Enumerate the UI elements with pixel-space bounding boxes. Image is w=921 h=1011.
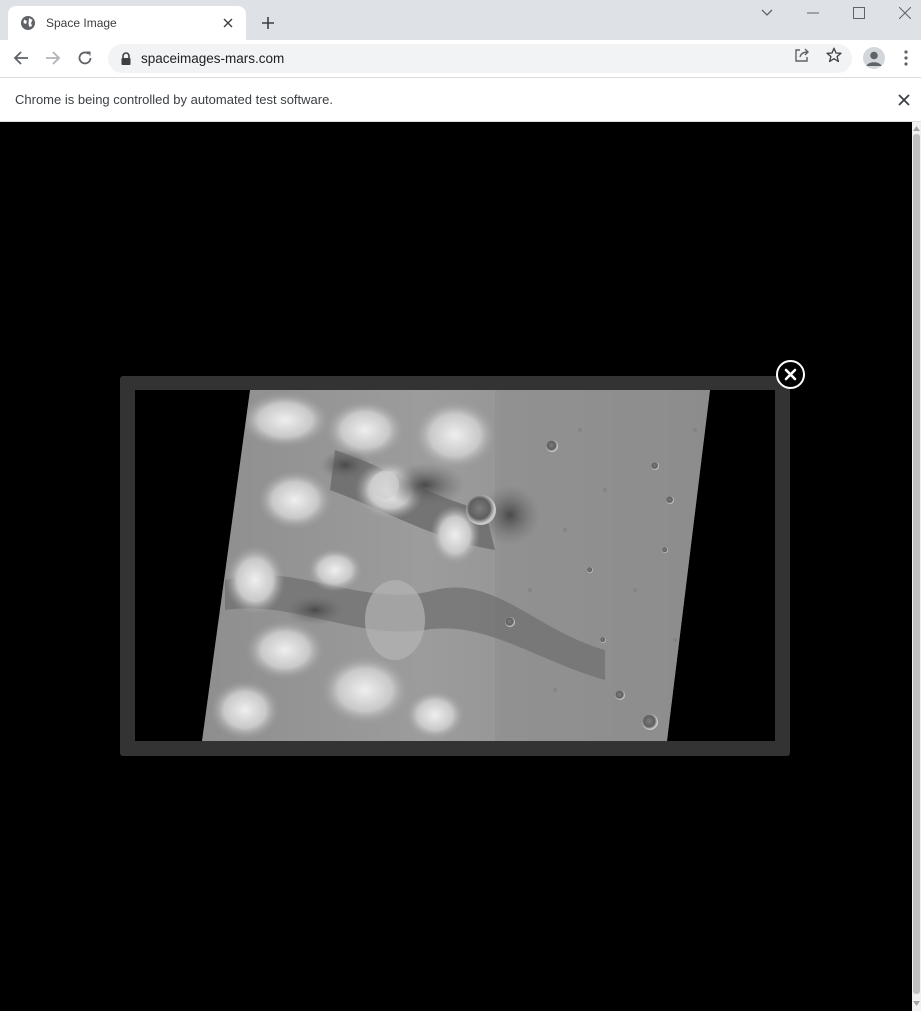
window-close-button[interactable]	[895, 4, 915, 22]
minimize-icon	[807, 12, 819, 14]
page-viewport	[0, 122, 912, 1011]
maximize-icon	[853, 7, 865, 19]
menu-button[interactable]	[898, 48, 914, 68]
scroll-up-arrow[interactable]	[912, 124, 921, 132]
reload-icon	[78, 51, 92, 65]
forward-icon	[46, 51, 61, 65]
browser-toolbar: spaceimages-mars.com	[0, 40, 921, 77]
image-lightbox	[120, 376, 790, 756]
tab-strip: Space Image	[0, 0, 921, 40]
tab-title: Space Image	[46, 16, 117, 30]
profile-icon	[866, 51, 882, 66]
mars-surface-image	[202, 390, 710, 741]
vertical-scrollbar[interactable]	[912, 122, 921, 1011]
lock-icon[interactable]	[120, 51, 132, 66]
new-tab-button[interactable]	[258, 13, 278, 33]
lightbox-image-frame	[135, 390, 775, 741]
scroll-down-arrow[interactable]	[912, 999, 921, 1007]
star-icon	[826, 47, 842, 63]
back-button[interactable]	[9, 46, 33, 70]
tab-close-icon[interactable]	[220, 15, 236, 31]
share-button[interactable]	[793, 46, 811, 64]
automation-infobar: Chrome is being controlled by automated …	[0, 77, 921, 122]
reload-button[interactable]	[73, 46, 97, 70]
profile-button[interactable]	[863, 47, 885, 69]
lightbox-close-button[interactable]	[776, 360, 805, 389]
close-icon	[898, 94, 910, 106]
infobar-message: Chrome is being controlled by automated …	[15, 92, 333, 107]
chevron-down-icon	[761, 9, 773, 16]
infobar-close-button[interactable]	[896, 92, 912, 108]
bookmark-button[interactable]	[825, 46, 843, 64]
scroll-thumb[interactable]	[913, 134, 920, 994]
tab-search-button[interactable]	[757, 4, 777, 22]
close-circle-icon	[784, 368, 797, 381]
share-icon	[795, 48, 809, 62]
minimize-button[interactable]	[803, 4, 823, 22]
address-bar[interactable]: spaceimages-mars.com	[108, 44, 852, 73]
back-icon	[13, 51, 28, 65]
globe-icon	[20, 15, 36, 31]
url-text[interactable]: spaceimages-mars.com	[141, 51, 284, 66]
browser-tab[interactable]: Space Image	[8, 6, 246, 40]
forward-button[interactable]	[41, 46, 65, 70]
maximize-button[interactable]	[849, 4, 869, 22]
plus-icon	[262, 17, 274, 29]
close-icon	[899, 7, 911, 19]
menu-icon	[904, 50, 908, 66]
